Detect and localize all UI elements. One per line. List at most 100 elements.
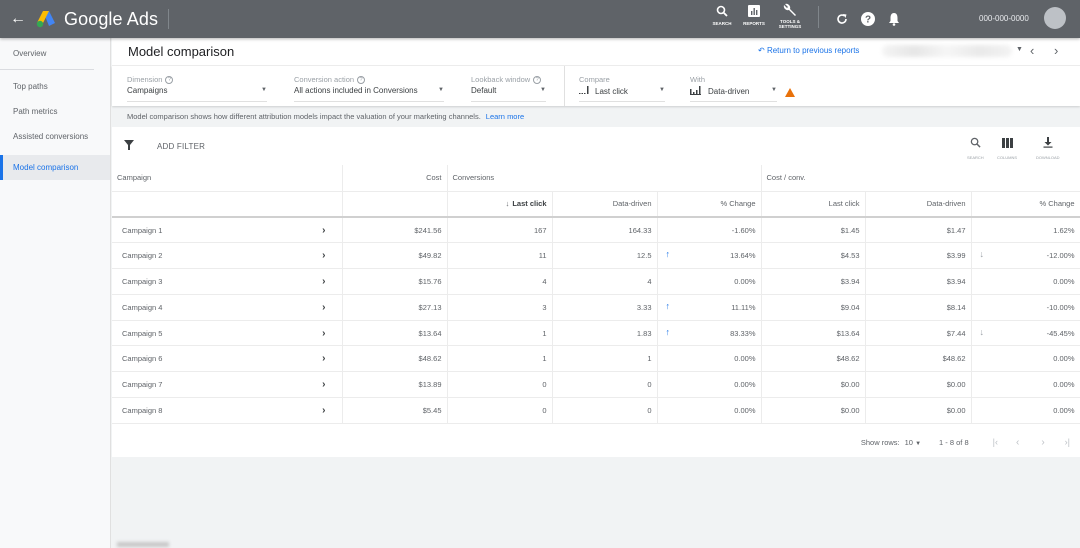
cell-cpc-change: 0.00% [971, 397, 1080, 424]
cell-conv-last-click: 0 [447, 371, 553, 399]
return-to-previous-reports-link[interactable]: ↶ Return to previous reports [758, 46, 859, 55]
table-search-button[interactable]: SEARCH [967, 135, 984, 160]
campaign-name[interactable]: Campaign 5 [122, 329, 162, 338]
sidebar: Overview Top paths Path metrics Assisted… [0, 38, 111, 548]
lookback-window-select[interactable]: Lookback window? Default ▼ [471, 75, 546, 102]
arrow-up-icon: ↑ [665, 326, 671, 337]
change-value: 13.64% [730, 251, 756, 261]
report-card: ADD FILTER SEARCH COLUMNS DOWNLOAD Campa… [112, 127, 1080, 457]
cell-campaign[interactable]: Campaign 5 › [112, 320, 343, 347]
cell-campaign[interactable]: Campaign 2 › [112, 242, 343, 270]
compare-model-select[interactable]: Compare Last click ▼ [579, 75, 665, 102]
cell-cpc-change: ↓ -45.45% [971, 320, 1080, 347]
cell-cpc-data-driven: $1.47 [865, 217, 972, 244]
sidebar-item-path-metrics[interactable]: Path metrics [0, 99, 110, 124]
sort-descending-icon: ↓ [505, 199, 510, 209]
campaign-name[interactable]: Campaign 6 [122, 354, 162, 363]
chevron-right-icon[interactable]: › [322, 276, 325, 287]
help-circle-icon[interactable]: ? [357, 75, 366, 84]
sidebar-item-model-comparison[interactable]: Model comparison [0, 155, 110, 180]
campaign-name[interactable]: Campaign 3 [122, 277, 162, 286]
cell-campaign[interactable]: Campaign 4 › [112, 294, 343, 321]
cell-cpc-change: -10.00% [971, 294, 1080, 321]
cell-campaign[interactable]: Campaign 7 › [112, 371, 343, 399]
last-page-icon[interactable]: ›| [1065, 437, 1070, 447]
dropdown-arrow-icon: ▼ [438, 87, 444, 93]
chevron-right-icon[interactable]: › [322, 225, 325, 236]
help-circle-icon[interactable]: ? [165, 75, 174, 84]
return-link-label: Return to previous reports [766, 46, 860, 55]
date-range-selector[interactable] [882, 45, 1012, 57]
cell-cost: $13.89 [342, 371, 448, 399]
column-header-campaign[interactable]: Campaign [112, 165, 343, 192]
conversion-action-value: All actions included in Conversions [294, 86, 418, 95]
tools-settings-button[interactable]: TOOLS & SETTINGS [776, 0, 804, 29]
chevron-right-icon[interactable]: › [322, 250, 325, 261]
sidebar-item-top-paths[interactable]: Top paths [0, 74, 110, 99]
chevron-right-icon[interactable]: › [322, 328, 325, 339]
underline [690, 101, 777, 102]
first-page-icon[interactable]: |‹ [993, 437, 998, 447]
cell-conv-last-click: 11 [447, 242, 553, 270]
chevron-right-icon[interactable]: › [322, 302, 325, 313]
campaign-name[interactable]: Campaign 8 [122, 406, 162, 415]
cell-cost: $49.82 [342, 242, 448, 270]
columns-button[interactable]: COLUMNS [997, 135, 1017, 160]
page-title: Model comparison [128, 44, 235, 59]
back-arrow-icon[interactable]: ← [10, 10, 26, 28]
column-header-conv-last-click[interactable]: ↓ Last click [447, 191, 553, 218]
campaign-name[interactable]: Campaign 1 [122, 226, 162, 235]
rows-per-page-select[interactable]: 10 ▼ [905, 438, 921, 447]
next-page-icon[interactable]: › [1041, 437, 1044, 448]
campaign-name[interactable]: Campaign 4 [122, 303, 162, 312]
previous-period-icon[interactable]: ‹ [1030, 43, 1034, 58]
lookback-label: Lookback window [471, 75, 531, 84]
cell-cpc-change: 0.00% [971, 345, 1080, 373]
cell-conv-last-click: 1 [447, 345, 553, 373]
conversion-action-select[interactable]: Conversion action? All actions included … [294, 75, 444, 102]
download-button[interactable]: DOWNLOAD [1036, 135, 1060, 160]
search-tool-label: SEARCH [712, 21, 732, 26]
column-header-cost[interactable]: Cost [342, 165, 448, 192]
column-header-cpc-data-driven[interactable]: Data-driven [865, 191, 972, 218]
sidebar-item-assisted-conversions[interactable]: Assisted conversions [0, 124, 110, 149]
header-label: Last click [512, 199, 547, 209]
rows-per-page-value: 10 [904, 437, 913, 447]
reports-icon [748, 5, 760, 19]
warning-icon[interactable] [785, 88, 795, 97]
search-tool-button[interactable]: SEARCH [712, 0, 732, 26]
notifications-bell-icon[interactable] [886, 11, 902, 27]
conversion-action-label: Conversion action [294, 75, 355, 84]
help-icon[interactable]: ? [860, 11, 876, 27]
chevron-right-icon[interactable]: › [322, 353, 325, 364]
column-header-cpc-last-click[interactable]: Last click [761, 191, 866, 218]
table-toolbar: ADD FILTER SEARCH COLUMNS DOWNLOAD [112, 127, 1080, 165]
chevron-right-icon[interactable]: › [322, 405, 325, 416]
column-header-cpc-change[interactable]: % Change [971, 191, 1080, 218]
sidebar-item-overview[interactable]: Overview [0, 38, 94, 70]
previous-page-icon[interactable]: ‹ [1016, 437, 1019, 448]
cell-cpc-data-driven: $48.62 [865, 345, 972, 373]
learn-more-link[interactable]: Learn more [486, 112, 524, 121]
column-header-conv-data-driven[interactable]: Data-driven [552, 191, 658, 218]
cell-campaign[interactable]: Campaign 6 › [112, 345, 343, 373]
cell-campaign[interactable]: Campaign 3 › [112, 268, 343, 295]
campaign-name[interactable]: Campaign 7 [122, 380, 162, 389]
cell-campaign[interactable]: Campaign 1 › [112, 217, 343, 244]
with-model-select[interactable]: With Data-driven ▼ [690, 75, 777, 102]
cell-campaign[interactable]: Campaign 8 › [112, 397, 343, 424]
date-range-dropdown-icon[interactable]: ▼ [1016, 46, 1023, 53]
help-circle-icon[interactable]: ? [533, 75, 542, 84]
next-period-icon[interactable]: › [1054, 43, 1058, 58]
column-header-conv-change[interactable]: % Change [657, 191, 762, 218]
change-value: 11.11% [731, 302, 756, 312]
account-id[interactable]: 000-000-0000 [979, 14, 1029, 23]
add-filter-button[interactable]: ADD FILTER [157, 142, 205, 151]
chevron-right-icon[interactable]: › [322, 379, 325, 390]
campaign-name[interactable]: Campaign 2 [122, 251, 162, 260]
dimension-select[interactable]: Dimension? Campaigns ▼ [127, 75, 267, 102]
refresh-icon[interactable] [834, 11, 850, 27]
filter-icon[interactable] [124, 137, 134, 155]
avatar[interactable] [1044, 7, 1066, 29]
reports-tool-button[interactable]: REPORTS [742, 0, 766, 26]
